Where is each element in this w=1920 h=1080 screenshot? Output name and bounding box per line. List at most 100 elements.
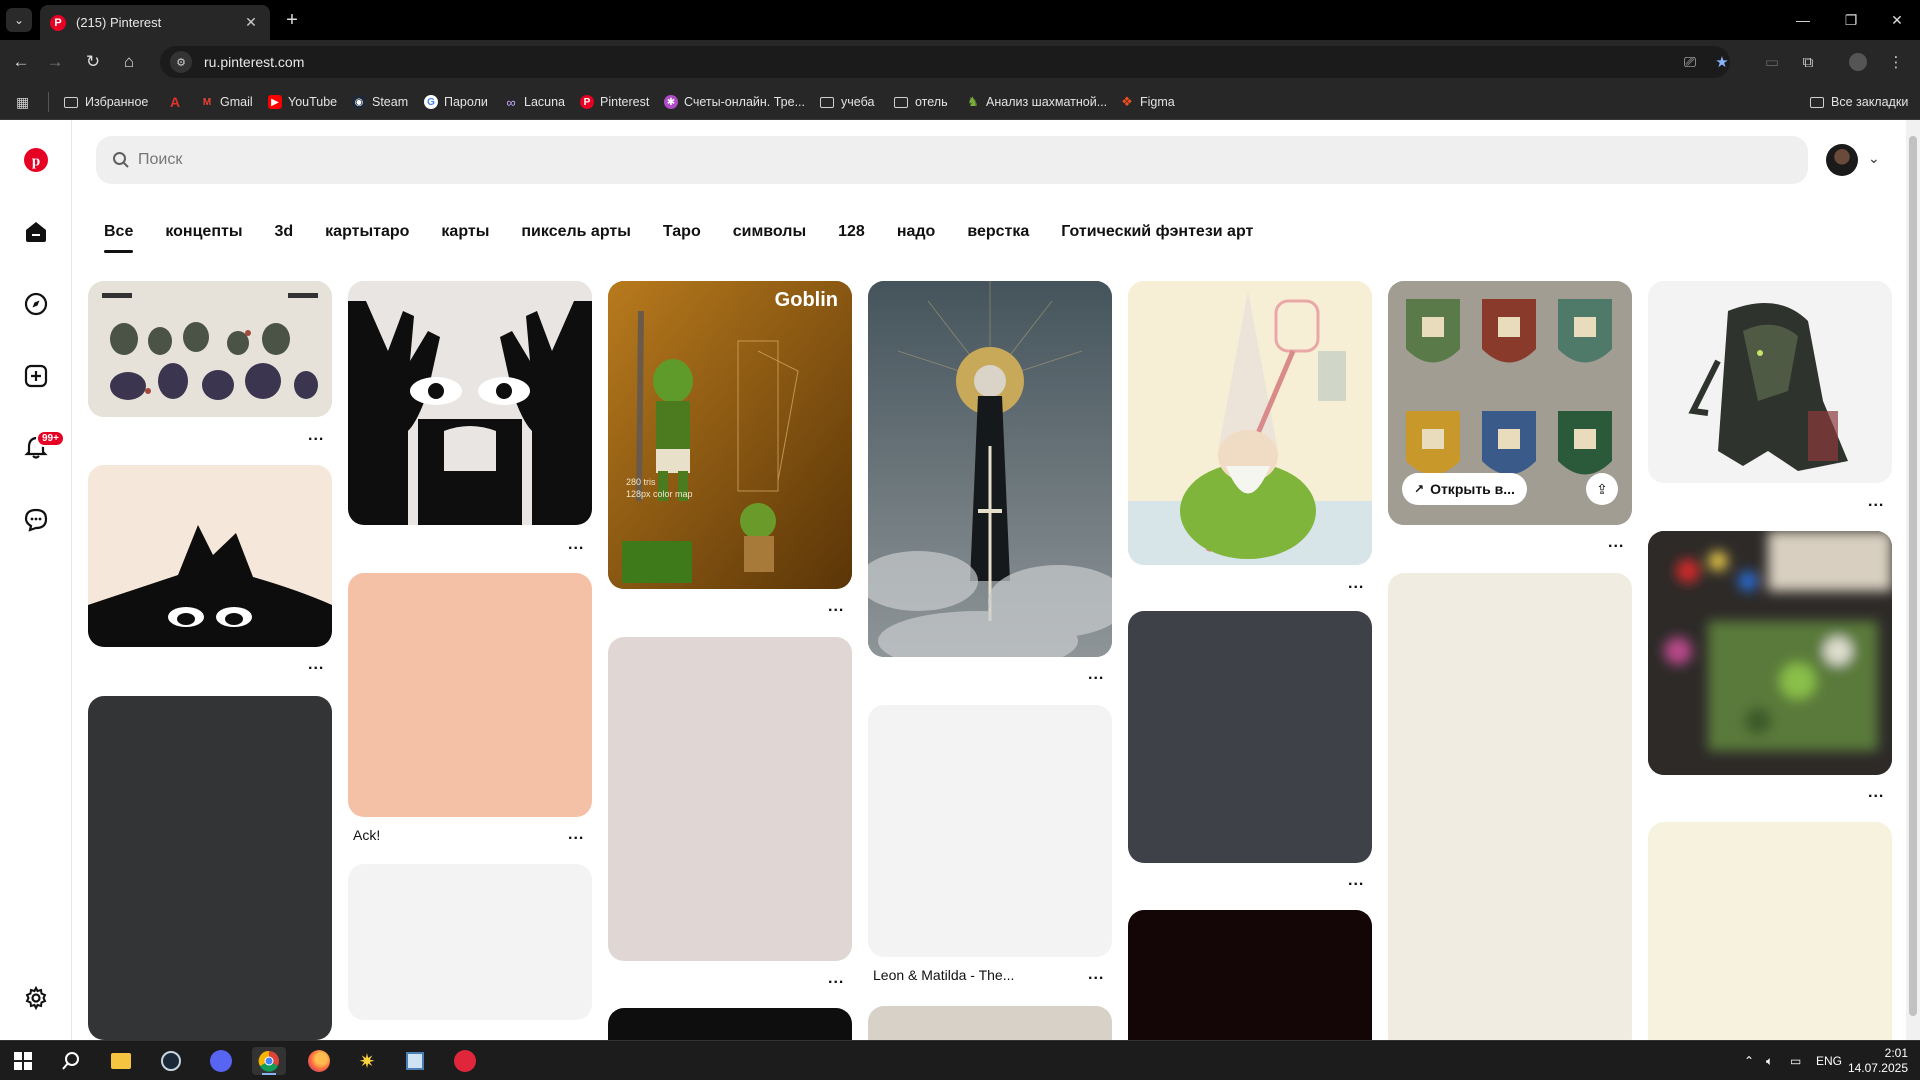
extensions-icon[interactable]: ⧉ bbox=[1796, 50, 1820, 74]
search-input[interactable]: Поиск bbox=[96, 136, 1808, 184]
bookmark-lacuna[interactable]: ∞ Lacuna bbox=[504, 92, 565, 112]
install-app-icon[interactable]: ⎚ bbox=[1678, 50, 1702, 74]
start-button[interactable] bbox=[6, 1047, 40, 1075]
language-indicator[interactable]: ENG bbox=[1816, 1041, 1842, 1080]
pin-title-leon[interactable]: Leon & Matilda - The... bbox=[873, 967, 1014, 983]
pin-title-ack[interactable]: Ack! bbox=[353, 827, 380, 843]
pin-heraldic-shields[interactable]: ↗ Открыть в... ⇪ bbox=[1388, 281, 1632, 525]
bookmark-gmail[interactable]: M Gmail bbox=[200, 92, 253, 112]
restore-button[interactable]: ❐ bbox=[1828, 0, 1874, 40]
bookmark-izbrannoe[interactable]: Избранное bbox=[64, 92, 148, 112]
bookmark-pinterest[interactable]: P Pinterest bbox=[580, 92, 649, 112]
reload-button[interactable]: ↻ bbox=[80, 49, 106, 75]
volume-icon[interactable]: 🔈︎ bbox=[1766, 1041, 1773, 1080]
tab-3d[interactable]: 3d bbox=[271, 223, 298, 253]
pin-loading-taupe[interactable] bbox=[868, 1006, 1112, 1040]
pin-goblin[interactable]: Goblin 280 tris 128px color map bbox=[608, 281, 852, 589]
pin-more-button[interactable]: ... bbox=[1348, 872, 1364, 890]
discord-taskbar-button[interactable] bbox=[204, 1047, 238, 1075]
bookmark-a[interactable]: A bbox=[168, 92, 188, 112]
search-taskbar-button[interactable] bbox=[54, 1047, 88, 1075]
pin-loading-ivory[interactable] bbox=[1648, 822, 1892, 1040]
page-scrollbar[interactable] bbox=[1906, 120, 1920, 1040]
close-window-button[interactable]: ✕ bbox=[1874, 0, 1920, 40]
tab-simvoly[interactable]: символы bbox=[729, 223, 810, 253]
site-info-icon[interactable]: ⚙ bbox=[170, 51, 192, 73]
pin-more-button[interactable]: ... bbox=[828, 598, 844, 616]
tab-all[interactable]: Все bbox=[100, 223, 137, 253]
chrome-taskbar-button[interactable] bbox=[252, 1047, 286, 1075]
close-tab-icon[interactable]: ✕ bbox=[242, 14, 260, 32]
pin-loading-beige[interactable] bbox=[608, 637, 852, 961]
network-icon[interactable]: ▭ bbox=[1790, 1041, 1801, 1080]
minimize-button[interactable]: — bbox=[1780, 0, 1826, 40]
pin-loading-black[interactable] bbox=[608, 1008, 852, 1040]
app-taskbar-button[interactable]: ✷ bbox=[350, 1047, 384, 1075]
home-button[interactable]: ⌂ bbox=[116, 49, 142, 75]
pin-more-button[interactable]: ... bbox=[1608, 534, 1624, 552]
pin-loading-dark[interactable] bbox=[88, 696, 332, 1040]
bookmark-paroli[interactable]: G Пароли bbox=[424, 92, 488, 112]
open-in-button[interactable]: ↗ Открыть в... bbox=[1402, 473, 1527, 505]
pin-more-button[interactable]: ... bbox=[1868, 784, 1884, 802]
profile-icon[interactable] bbox=[1846, 50, 1870, 74]
bookmark-figma[interactable]: ❖ Figma bbox=[1120, 92, 1175, 112]
apps-button[interactable]: ▦ bbox=[16, 92, 29, 112]
settings-nav-button[interactable] bbox=[22, 984, 50, 1012]
pin-more-button[interactable]: ... bbox=[828, 970, 844, 988]
pin-ghoul[interactable] bbox=[1648, 281, 1892, 483]
pinterest-logo-button[interactable]: p bbox=[22, 146, 50, 174]
back-button[interactable]: ← bbox=[8, 49, 34, 75]
bookmark-star-icon[interactable]: ★ bbox=[1710, 50, 1734, 74]
tab-koncepty[interactable]: концепты bbox=[161, 223, 246, 253]
pin-loading-slate[interactable] bbox=[1128, 611, 1372, 863]
tab-list-button[interactable]: ⌄ bbox=[6, 8, 32, 32]
pin-more-button[interactable]: ... bbox=[308, 656, 324, 674]
tab-taro[interactable]: Таро bbox=[659, 223, 705, 253]
create-nav-button[interactable] bbox=[22, 362, 50, 390]
firefox-taskbar-button[interactable] bbox=[302, 1047, 336, 1075]
pin-loading-cream[interactable] bbox=[1388, 573, 1632, 1040]
tab-128[interactable]: 128 bbox=[834, 223, 869, 253]
tab-verstka[interactable]: верстка bbox=[963, 223, 1033, 253]
new-tab-button[interactable]: + bbox=[280, 8, 304, 32]
app2-taskbar-button[interactable] bbox=[448, 1047, 482, 1075]
tray-chevron-up-icon[interactable]: ⌃ bbox=[1744, 1041, 1754, 1080]
bookmark-youtube[interactable]: ▶ YouTube bbox=[268, 92, 337, 112]
browser-tab-pinterest[interactable]: P (215) Pinterest ✕ bbox=[40, 5, 270, 40]
messages-nav-button[interactable] bbox=[22, 506, 50, 534]
bookmark-scheta[interactable]: ✱ Счеты-онлайн. Тре... bbox=[664, 92, 805, 112]
address-bar[interactable]: ⚙ ru.pinterest.com bbox=[160, 46, 1730, 78]
notepad-taskbar-button[interactable] bbox=[398, 1047, 432, 1075]
menu-icon[interactable]: ⋮ bbox=[1884, 50, 1908, 74]
bookmark-all[interactable]: Все закладки bbox=[1810, 92, 1908, 112]
forward-button[interactable]: → bbox=[42, 49, 68, 75]
pin-more-button[interactable]: ... bbox=[1088, 666, 1104, 684]
pin-loading-darkred[interactable] bbox=[1128, 910, 1372, 1040]
bookmark-ucheba[interactable]: учеба bbox=[820, 92, 874, 112]
pin-leon-matilda[interactable] bbox=[868, 705, 1112, 957]
file-explorer-button[interactable] bbox=[104, 1047, 138, 1075]
pin-knight-sword[interactable] bbox=[868, 281, 1112, 657]
bookmark-steam[interactable]: ◉ Steam bbox=[352, 92, 408, 112]
explore-nav-button[interactable] bbox=[22, 290, 50, 318]
pin-ack[interactable] bbox=[348, 573, 592, 817]
share-button[interactable]: ⇪ bbox=[1586, 473, 1618, 505]
account-chevron-down-icon[interactable]: ⌄ bbox=[1868, 150, 1880, 167]
steam-taskbar-button[interactable] bbox=[154, 1047, 188, 1075]
clock[interactable]: 2:01 14.07.2025 bbox=[1848, 1041, 1908, 1080]
cast-icon[interactable]: ▭ bbox=[1760, 50, 1784, 74]
pin-more-button[interactable]: ... bbox=[1868, 493, 1884, 511]
pin-more-button[interactable]: ... bbox=[568, 536, 584, 554]
pin-gnome-wizard[interactable] bbox=[1128, 281, 1372, 565]
tab-kartytaro[interactable]: картытаро bbox=[321, 223, 413, 253]
bookmark-otel[interactable]: отель bbox=[894, 92, 948, 112]
pin-black-cat[interactable] bbox=[88, 465, 332, 647]
pin-more-button[interactable]: ... bbox=[1348, 575, 1364, 593]
pin-more-button[interactable]: ... bbox=[1088, 966, 1104, 984]
pin-hands-eyes[interactable] bbox=[348, 281, 592, 525]
bookmark-chess[interactable]: ♞ Анализ шахматной... bbox=[966, 92, 1107, 112]
tab-karty[interactable]: карты bbox=[437, 223, 493, 253]
pin-boardgame[interactable] bbox=[1648, 531, 1892, 775]
tab-gothic-fantasy[interactable]: Готический фэнтези арт bbox=[1057, 223, 1257, 253]
